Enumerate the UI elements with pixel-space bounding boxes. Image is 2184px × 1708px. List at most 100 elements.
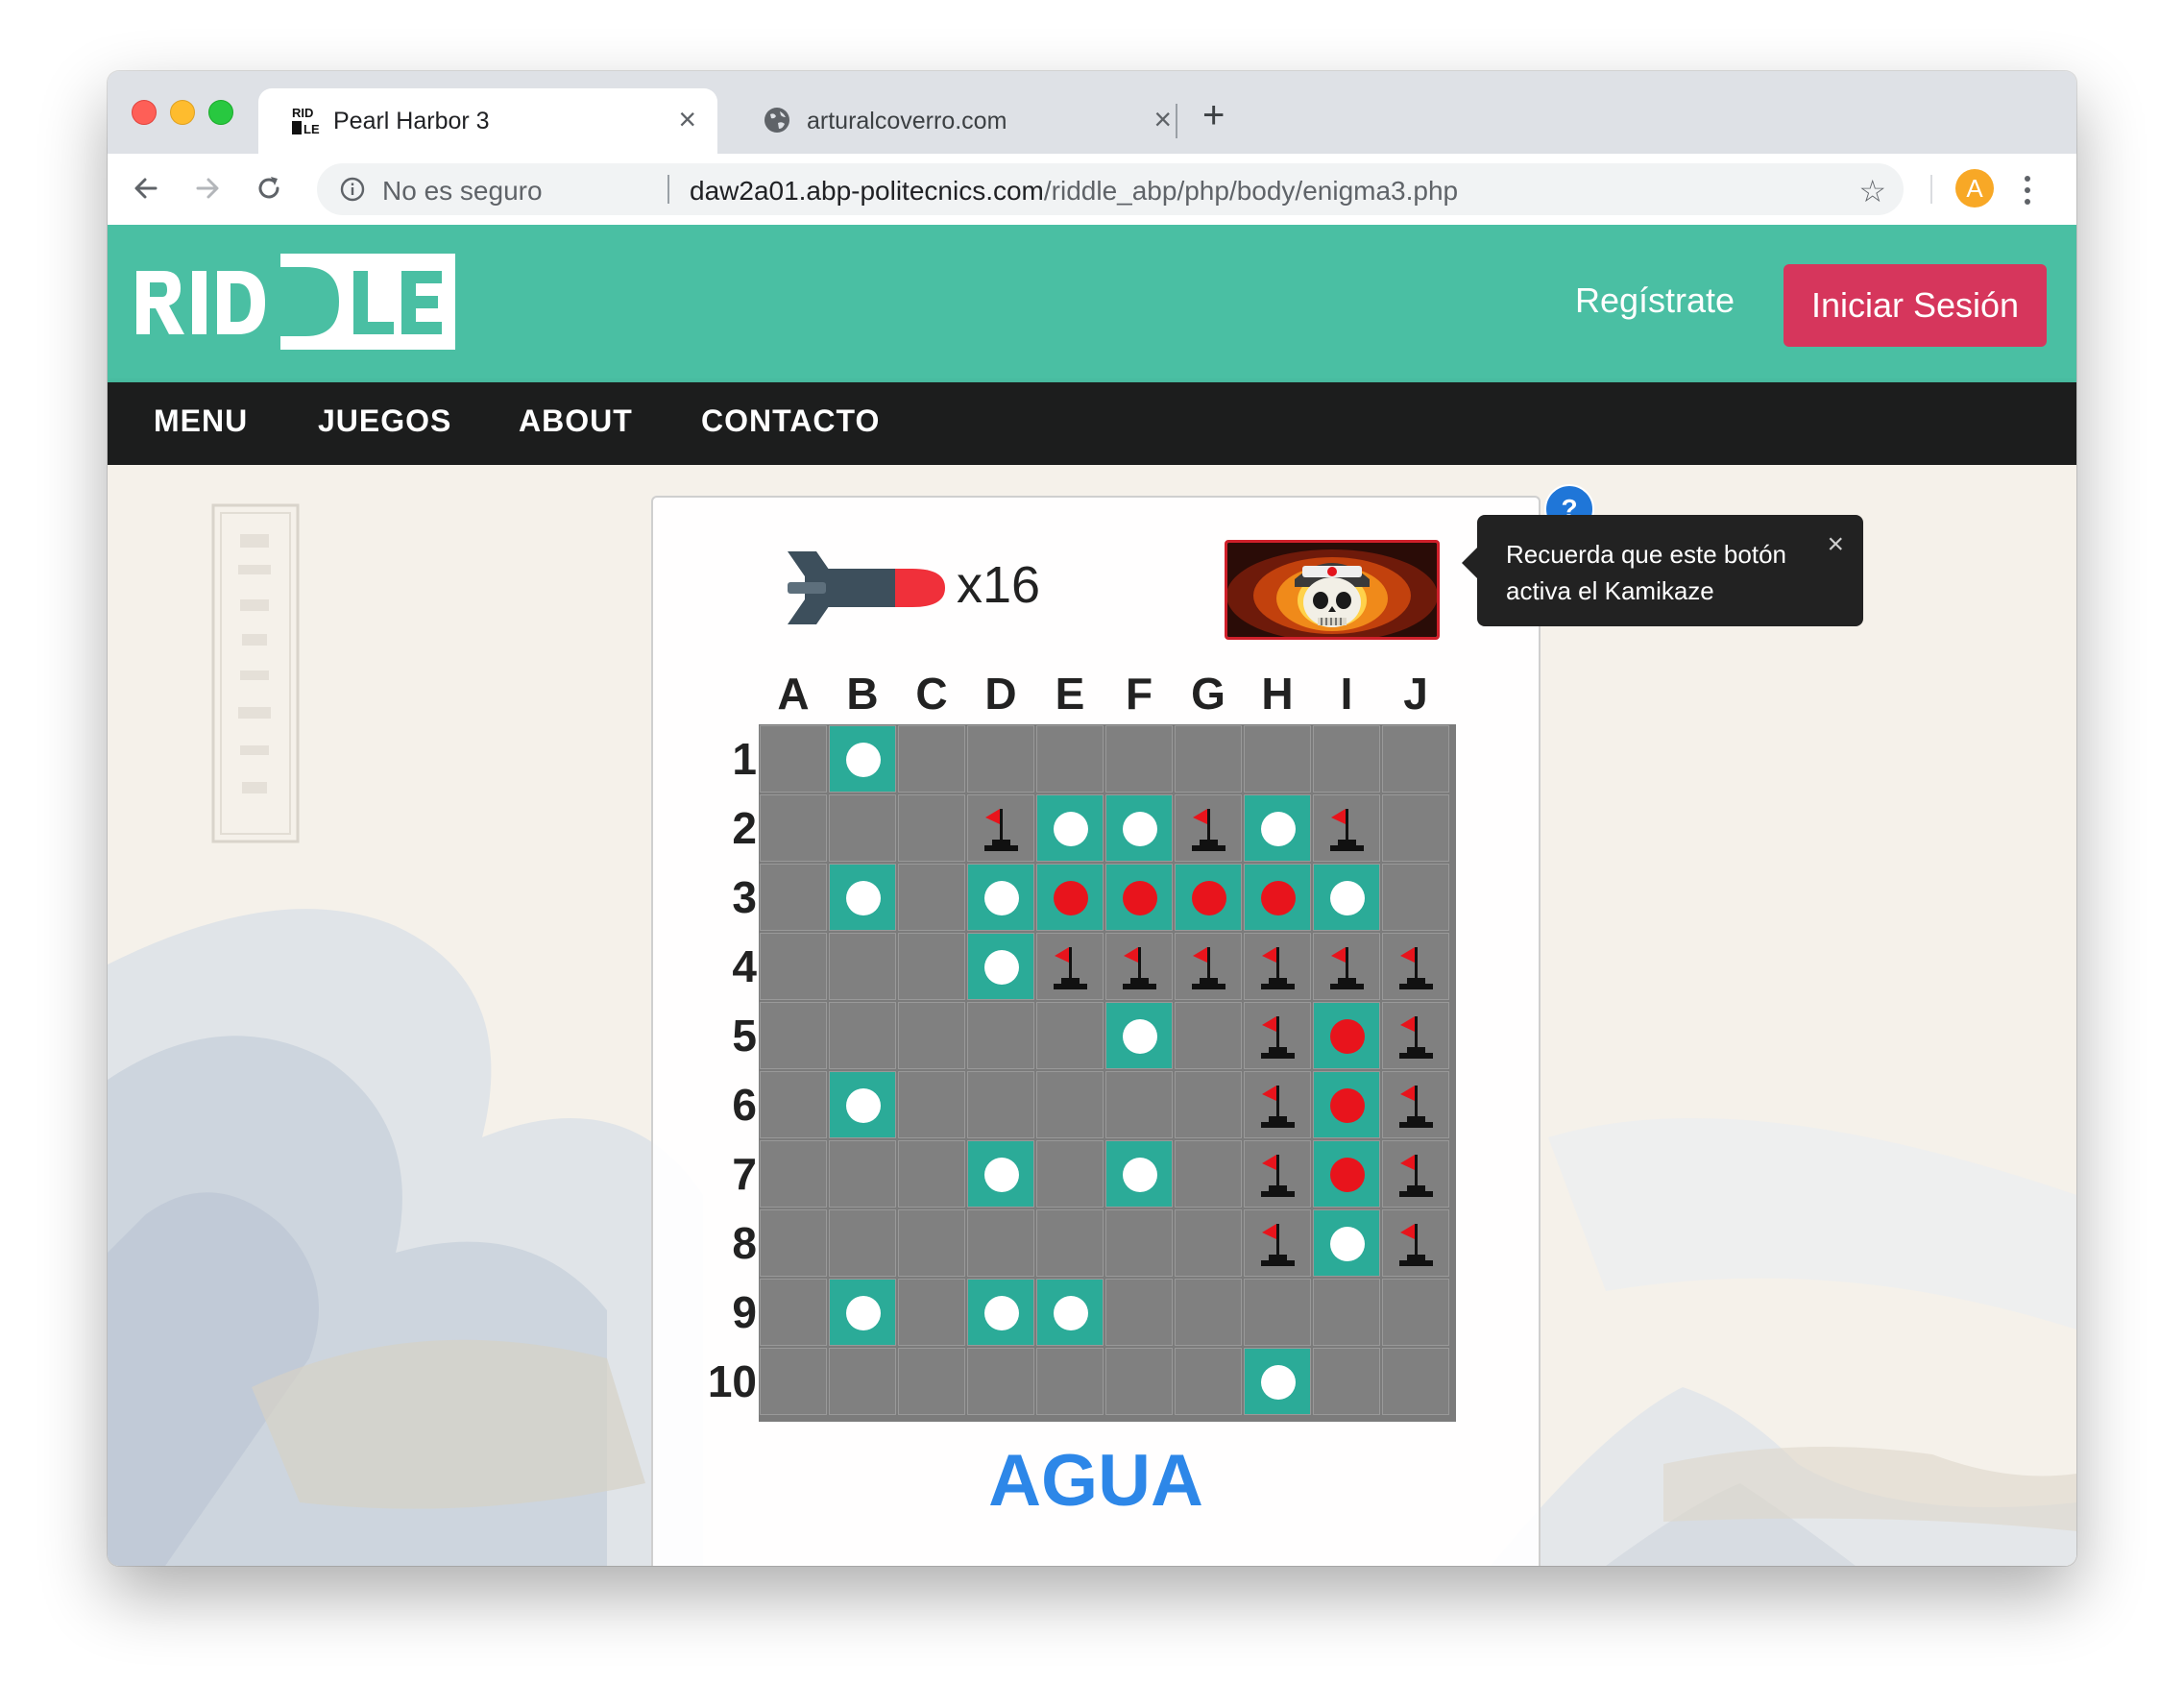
board-cell-miss[interactable] — [1244, 794, 1311, 862]
board-cell[interactable] — [1105, 1071, 1173, 1138]
board-cell-miss[interactable] — [829, 1071, 896, 1138]
tab-pearl-harbor[interactable]: RID LE Pearl Harbor 3 × — [258, 88, 717, 154]
board-cell-miss[interactable] — [967, 1279, 1034, 1346]
nav-item-menu[interactable]: MENU — [154, 403, 248, 439]
board-cell-flagged[interactable] — [1382, 1140, 1449, 1208]
board-cell-flagged[interactable] — [1313, 794, 1380, 862]
board-cell[interactable] — [829, 933, 896, 1000]
board-cell-hit[interactable] — [1313, 1140, 1380, 1208]
board-cell[interactable] — [898, 1348, 965, 1415]
board-cell-miss[interactable] — [1036, 794, 1104, 862]
board-cell-hit[interactable] — [1313, 1002, 1380, 1069]
board-cell-miss[interactable] — [1313, 864, 1380, 931]
board-cell-miss[interactable] — [1105, 794, 1173, 862]
board-cell[interactable] — [1244, 725, 1311, 793]
board-cell[interactable] — [1036, 1209, 1104, 1277]
board-cell-miss[interactable] — [1244, 1348, 1311, 1415]
nav-item-about[interactable]: ABOUT — [519, 403, 633, 439]
board-cell[interactable] — [967, 1002, 1034, 1069]
address-bar[interactable]: No es seguro daw2a01.abp-politecnics.com… — [317, 163, 1904, 215]
board-cell[interactable] — [1036, 1071, 1104, 1138]
reload-icon[interactable] — [252, 171, 286, 206]
bookmark-star-icon[interactable]: ☆ — [1858, 173, 1886, 209]
info-icon[interactable] — [340, 177, 365, 202]
board-cell[interactable] — [1382, 1348, 1449, 1415]
board-cell[interactable] — [1175, 1002, 1242, 1069]
board-cell[interactable] — [760, 794, 827, 862]
board-cell[interactable] — [1105, 1348, 1173, 1415]
board-cell[interactable] — [1105, 1279, 1173, 1346]
board-cell-flagged[interactable] — [967, 794, 1034, 862]
board-cell-miss[interactable] — [967, 864, 1034, 931]
board-cell-hit[interactable] — [1105, 864, 1173, 931]
board-cell[interactable] — [1175, 1209, 1242, 1277]
nav-item-contacto[interactable]: CONTACTO — [701, 403, 880, 439]
board-cell[interactable] — [760, 864, 827, 931]
board-cell[interactable] — [1382, 794, 1449, 862]
board-cell-flagged[interactable] — [1382, 1002, 1449, 1069]
maximize-window-button[interactable] — [208, 100, 233, 125]
board-cell[interactable] — [898, 1279, 965, 1346]
profile-avatar[interactable]: A — [1955, 169, 1994, 207]
board-cell[interactable] — [760, 1002, 827, 1069]
board-cell[interactable] — [967, 725, 1034, 793]
board-cell[interactable] — [1175, 1279, 1242, 1346]
board-cell-flagged[interactable] — [1244, 1209, 1311, 1277]
board-cell[interactable] — [1175, 1348, 1242, 1415]
riddle-logo[interactable] — [134, 254, 455, 350]
board-cell[interactable] — [898, 864, 965, 931]
board-cell-flagged[interactable] — [1244, 1071, 1311, 1138]
board-cell[interactable] — [1105, 725, 1173, 793]
board-cell[interactable] — [967, 1071, 1034, 1138]
board-cell[interactable] — [898, 1140, 965, 1208]
board-cell-flagged[interactable] — [1244, 933, 1311, 1000]
board-cell[interactable] — [967, 1209, 1034, 1277]
board-cell-flagged[interactable] — [1382, 1071, 1449, 1138]
board-cell-flagged[interactable] — [1382, 1209, 1449, 1277]
board-cell-flagged[interactable] — [1036, 933, 1104, 1000]
new-tab-icon[interactable]: + — [1202, 96, 1225, 134]
board-cell-miss[interactable] — [1313, 1209, 1380, 1277]
board-cell[interactable] — [760, 1279, 827, 1346]
board-cell[interactable] — [760, 1348, 827, 1415]
board-cell[interactable] — [829, 1002, 896, 1069]
board-cell[interactable] — [1382, 864, 1449, 931]
board-cell-flagged[interactable] — [1244, 1140, 1311, 1208]
board-cell[interactable] — [1175, 725, 1242, 793]
board-cell-hit[interactable] — [1036, 864, 1104, 931]
nav-item-juegos[interactable]: JUEGOS — [318, 403, 451, 439]
register-link[interactable]: Regístrate — [1575, 281, 1735, 321]
board-cell[interactable] — [898, 1002, 965, 1069]
board-cell-hit[interactable] — [1175, 864, 1242, 931]
close-tab-icon[interactable]: × — [678, 102, 696, 136]
board-cell-hit[interactable] — [1313, 1071, 1380, 1138]
board-cell-miss[interactable] — [829, 1279, 896, 1346]
board-cell-flagged[interactable] — [1244, 1002, 1311, 1069]
kamikaze-button[interactable] — [1225, 540, 1440, 640]
board-cell[interactable] — [760, 725, 827, 793]
board-cell-miss[interactable] — [829, 864, 896, 931]
board-cell[interactable] — [1382, 1279, 1449, 1346]
board-cell[interactable] — [760, 1209, 827, 1277]
board-cell-miss[interactable] — [967, 933, 1034, 1000]
board-cell-flagged[interactable] — [1105, 933, 1173, 1000]
board-cell-miss[interactable] — [1105, 1140, 1173, 1208]
board-cell-flagged[interactable] — [1382, 933, 1449, 1000]
board-cell[interactable] — [760, 1140, 827, 1208]
board-cell[interactable] — [1244, 1279, 1311, 1346]
board-cell-miss[interactable] — [1105, 1002, 1173, 1069]
board-cell[interactable] — [1036, 1140, 1104, 1208]
board-cell[interactable] — [1105, 1209, 1173, 1277]
tab-arturalcoverro[interactable]: arturalcoverro.com × — [732, 88, 1193, 154]
close-window-button[interactable] — [132, 100, 157, 125]
close-tab-icon[interactable]: × — [1153, 102, 1172, 136]
back-arrow-icon[interactable] — [129, 171, 163, 206]
forward-arrow-icon[interactable] — [190, 171, 225, 206]
board-cell[interactable] — [898, 1071, 965, 1138]
board-cell[interactable] — [1175, 1071, 1242, 1138]
board-cell[interactable] — [898, 725, 965, 793]
board-cell[interactable] — [829, 1140, 896, 1208]
board-cell[interactable] — [1036, 1002, 1104, 1069]
board-cell-flagged[interactable] — [1313, 933, 1380, 1000]
board-cell[interactable] — [1382, 725, 1449, 793]
